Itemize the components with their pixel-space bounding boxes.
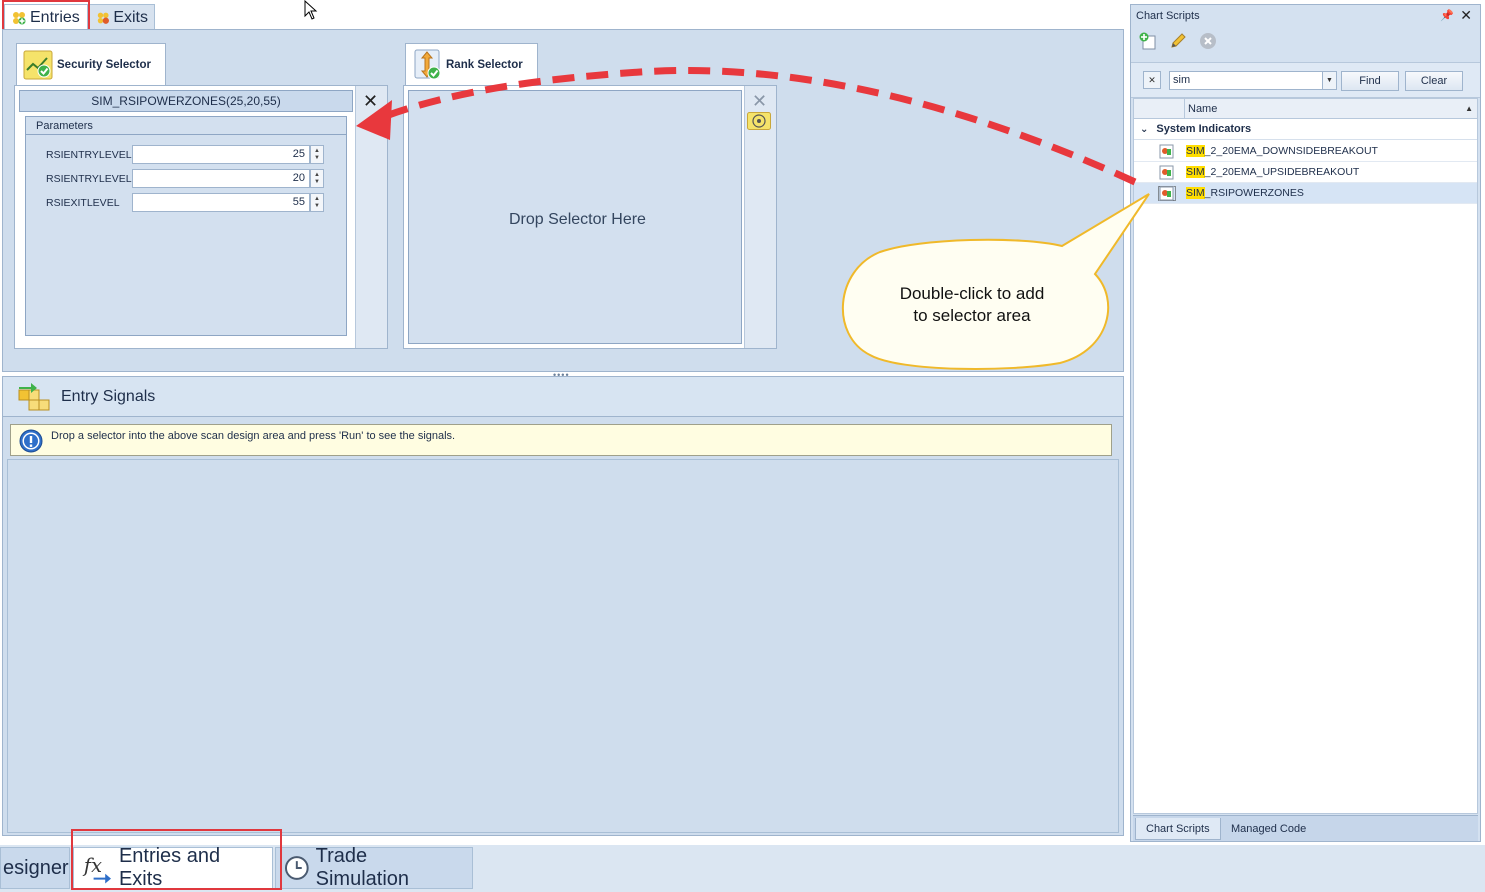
clock-icon (284, 856, 309, 880)
tab-trade-simulation-label: Trade Simulation (315, 845, 410, 890)
arrow-head (356, 100, 392, 140)
callout-bubble (841, 193, 1150, 370)
callout-line-2: to selector area (913, 306, 1031, 325)
tab-entries-and-exits[interactable]: fx Entries and Exits (73, 845, 273, 890)
tab-entries-and-exits-label: Entries and Exits (118, 845, 221, 890)
tab-designer-label: esigner (3, 856, 69, 879)
callout-line-1: Double-click to add (899, 284, 1045, 303)
tab-trade-simulation[interactable]: Trade Simulation (275, 845, 473, 890)
dashed-arrow (373, 66, 1137, 186)
callout-text: Double-click to add to selector area (862, 283, 1082, 327)
function-icon: fx (82, 854, 112, 884)
svg-text:fx: fx (82, 854, 102, 877)
annotation-overlay (356, 66, 1150, 370)
tab-designer[interactable]: esigner (0, 847, 70, 889)
